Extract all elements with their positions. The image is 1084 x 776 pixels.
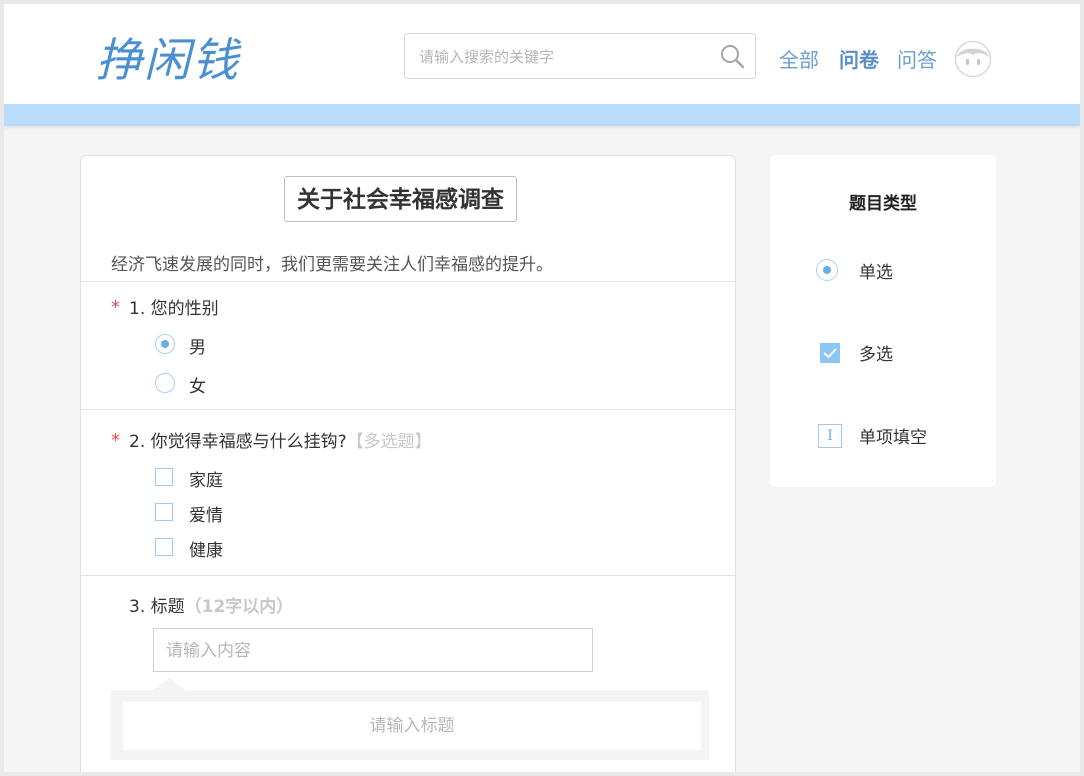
search-icon[interactable] bbox=[719, 43, 745, 69]
editor-pointer bbox=[153, 678, 185, 690]
question-type-hint: 【多选题】 bbox=[346, 432, 432, 452]
avatar-icon[interactable] bbox=[954, 40, 992, 78]
question-number: 3. bbox=[129, 597, 146, 617]
radio-icon bbox=[816, 259, 838, 281]
question-limit-hint: （12字以内） bbox=[184, 597, 294, 617]
question-type-panel: 题目类型 单选 多选 I 单项填空 bbox=[770, 155, 996, 487]
divider bbox=[81, 575, 735, 576]
option-label: 男 bbox=[189, 338, 206, 358]
type-label: 多选 bbox=[859, 345, 893, 365]
title-editor-panel bbox=[111, 690, 709, 760]
question-text: 你觉得幸福感与什么挂钩? bbox=[150, 432, 347, 452]
checkbox-icon bbox=[820, 343, 840, 363]
option-label: 健康 bbox=[189, 541, 223, 561]
option-label: 爱情 bbox=[189, 506, 223, 526]
header-band bbox=[4, 104, 1080, 126]
option-label: 女 bbox=[189, 377, 206, 397]
question-title: 2. 你觉得幸福感与什么挂钩?【多选题】 bbox=[129, 427, 432, 452]
nav-qa[interactable]: 问答 bbox=[897, 44, 937, 73]
divider bbox=[81, 409, 735, 410]
search-box[interactable] bbox=[404, 33, 756, 79]
question-title: 3. 标题（12字以内） bbox=[129, 592, 293, 617]
required-mark: * bbox=[111, 430, 120, 451]
search-input[interactable] bbox=[417, 44, 711, 70]
radio-unchecked-icon[interactable] bbox=[155, 373, 175, 393]
option-label: 家庭 bbox=[189, 471, 223, 491]
answer-input-box[interactable] bbox=[153, 628, 593, 672]
nav-all[interactable]: 全部 bbox=[779, 44, 819, 73]
site-logo[interactable]: 挣闲钱 bbox=[96, 24, 240, 90]
question-type-title: 题目类型 bbox=[849, 194, 917, 214]
app-frame: 挣闲钱 全部 问卷 问答 关于社会幸福感调查 经济飞速发展的同时，我们更需要关注… bbox=[4, 4, 1080, 772]
divider bbox=[81, 281, 735, 282]
top-header: 挣闲钱 全部 问卷 问答 bbox=[4, 4, 1080, 104]
answer-input[interactable] bbox=[164, 639, 578, 663]
question-title: 1. 您的性别 bbox=[129, 294, 219, 319]
survey-description[interactable]: 经济飞速发展的同时，我们更需要关注人们幸福感的提升。 bbox=[111, 250, 553, 275]
required-mark: * bbox=[111, 297, 120, 318]
survey-card: 关于社会幸福感调查 经济飞速发展的同时，我们更需要关注人们幸福感的提升。 * 1… bbox=[80, 155, 736, 772]
radio-checked-icon[interactable] bbox=[155, 334, 175, 354]
nav-questionnaire[interactable]: 问卷 bbox=[839, 44, 879, 73]
text-input-icon: I bbox=[818, 424, 842, 448]
checkbox-icon[interactable] bbox=[155, 468, 173, 486]
question-number: 1. bbox=[129, 299, 146, 319]
question-text: 您的性别 bbox=[150, 299, 219, 319]
checkbox-icon[interactable] bbox=[155, 538, 173, 556]
survey-title[interactable]: 关于社会幸福感调查 bbox=[284, 176, 517, 222]
title-editor-input[interactable] bbox=[123, 702, 701, 750]
checkbox-icon[interactable] bbox=[155, 503, 173, 521]
question-number: 2. bbox=[129, 432, 146, 452]
question-text: 标题 bbox=[150, 597, 185, 617]
type-label: 单项填空 bbox=[859, 428, 927, 448]
type-label: 单选 bbox=[859, 263, 893, 283]
